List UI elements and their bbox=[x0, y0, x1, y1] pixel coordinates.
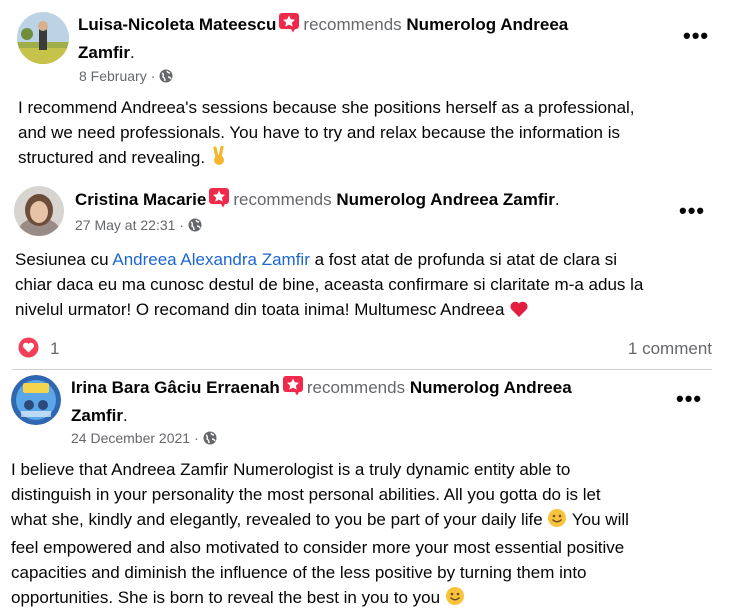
post-date[interactable]: 24 December 2021 bbox=[71, 429, 190, 447]
public-globe-icon[interactable] bbox=[159, 69, 173, 83]
page-name[interactable]: Numerolog Andreea Zamfir bbox=[336, 190, 555, 209]
separator-dot: · bbox=[194, 430, 199, 446]
post-text-line: distinguish in your personality the most… bbox=[11, 485, 601, 504]
separator-dot: · bbox=[179, 217, 185, 233]
post-text-line: Sesiunea cu Andreea Alexandra Zamfir a f… bbox=[15, 250, 617, 269]
post-text-line: feel empowered and also motivated to con… bbox=[11, 538, 625, 557]
post-text-line: I believe that Andreea Zamfir Numerologi… bbox=[11, 460, 571, 479]
red-heart-emoji-icon bbox=[509, 300, 529, 325]
post-text: I believe that Andreea Zamfir Numerologi… bbox=[11, 457, 629, 613]
post-text-line: nivelul urmator! O recomand din toata in… bbox=[15, 297, 643, 325]
recommends-text: recommends bbox=[303, 15, 402, 34]
mention-link[interactable]: Andreea Alexandra Zamfir bbox=[112, 250, 310, 269]
more-options-icon[interactable]: ••• bbox=[679, 200, 705, 222]
post-text-line: chiar daca eu ma cunosc destul de bine, … bbox=[15, 275, 644, 294]
post-date[interactable]: 27 May at 22:31 bbox=[75, 216, 175, 234]
post-text-line: I recommend Andreea's sessions because s… bbox=[18, 98, 635, 117]
recommends-text: recommends bbox=[306, 378, 406, 397]
reaction-heart-icon[interactable] bbox=[18, 337, 39, 358]
victory-hand-emoji-icon bbox=[210, 145, 228, 173]
post-text: Sesiunea cu Andreea Alexandra Zamfir a f… bbox=[15, 247, 643, 325]
smiling-face-emoji-icon bbox=[445, 586, 465, 613]
recommends-text: recommends bbox=[233, 190, 332, 209]
post-header: Irina Bara Gâciu Erraenah recommends Nume… bbox=[71, 375, 641, 428]
post-meta: 27 May at 22:31 · bbox=[75, 216, 202, 234]
post-text-line: and we need professionals. You have to t… bbox=[18, 123, 620, 142]
divider bbox=[12, 369, 712, 370]
post-text: I recommend Andreea's sessions because s… bbox=[18, 95, 635, 173]
post-text-line: capacities and diminish the influence of… bbox=[11, 563, 587, 582]
recommend-star-icon bbox=[279, 13, 300, 40]
post-text-line: opportunities. She is born to reveal the… bbox=[11, 585, 629, 613]
separator-dot: · bbox=[150, 68, 156, 84]
post-date[interactable]: 8 February bbox=[79, 67, 147, 85]
post-meta: 24 December 2021 · bbox=[71, 429, 217, 447]
public-globe-icon[interactable] bbox=[203, 431, 217, 445]
more-options-icon[interactable]: ••• bbox=[683, 25, 709, 47]
more-options-icon[interactable]: ••• bbox=[676, 388, 702, 410]
author-name[interactable]: Irina Bara Gâciu Erraenah bbox=[71, 378, 280, 397]
avatar[interactable] bbox=[11, 375, 61, 425]
public-globe-icon[interactable] bbox=[188, 218, 202, 232]
post-header: Cristina Macarie recommends Numerolog And… bbox=[75, 187, 635, 215]
period: . bbox=[122, 406, 128, 425]
post-header: Luisa-Nicoleta Mateescu recommends Numero… bbox=[78, 12, 638, 65]
smiling-face-emoji-icon bbox=[547, 508, 567, 535]
comment-count-link[interactable]: 1 comment bbox=[628, 338, 712, 360]
avatar[interactable] bbox=[14, 186, 64, 236]
recommend-star-icon bbox=[282, 376, 303, 403]
recommend-star-icon bbox=[209, 188, 230, 215]
period: . bbox=[129, 43, 135, 62]
period: . bbox=[554, 190, 560, 209]
reaction-count[interactable]: 1 bbox=[50, 338, 59, 360]
author-name[interactable]: Cristina Macarie bbox=[75, 190, 206, 209]
post-meta: 8 February · bbox=[79, 67, 173, 85]
author-name[interactable]: Luisa-Nicoleta Mateescu bbox=[78, 15, 276, 34]
post-text-line: structured and revealing. bbox=[18, 145, 635, 173]
post-text-line: what she, kindly and elegantly, revealed… bbox=[11, 507, 629, 535]
avatar[interactable] bbox=[17, 12, 69, 64]
